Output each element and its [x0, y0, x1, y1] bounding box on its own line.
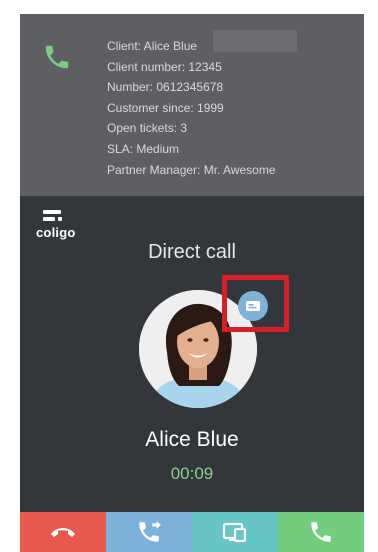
call-timer: 00:09: [170, 464, 214, 483]
hangup-button[interactable]: [20, 512, 106, 552]
client-details: Client: Alice Blue Client number: 12345 …: [107, 36, 276, 180]
phone-hangup-icon: [51, 528, 75, 537]
screen-share-button[interactable]: [192, 512, 278, 552]
client-name-line: Client: Alice Blue: [107, 39, 198, 53]
transfer-button[interactable]: [106, 512, 192, 552]
open-tickets-line: Open tickets: 3: [107, 121, 188, 136]
caller-name: Alice Blue: [145, 428, 239, 451]
client-info-panel: Client: Alice Blue Client number: 12345 …: [20, 14, 364, 196]
customer-since-line: Customer since: 1999: [107, 100, 224, 115]
call-transfer-icon: [139, 521, 161, 542]
call-action-bar: [20, 512, 364, 552]
phone-number-line: Number: 0612345678: [107, 80, 224, 95]
partner-manager-line: Partner Manager: Mr. Awesome: [107, 162, 276, 177]
sla-line: SLA: Medium: [107, 141, 180, 156]
phone-icon: [311, 522, 331, 542]
phone-icon: [45, 45, 69, 69]
call-type-label: Direct call: [148, 241, 236, 263]
answer-button[interactable]: [278, 512, 364, 552]
logo-text: coligo: [36, 225, 76, 240]
call-screen: Client: Alice Blue Client number: 12345 …: [20, 14, 364, 552]
client-number-line: Client number: 12345: [107, 59, 222, 74]
screen-share-icon: [222, 522, 247, 543]
highlight-box: [222, 275, 289, 332]
